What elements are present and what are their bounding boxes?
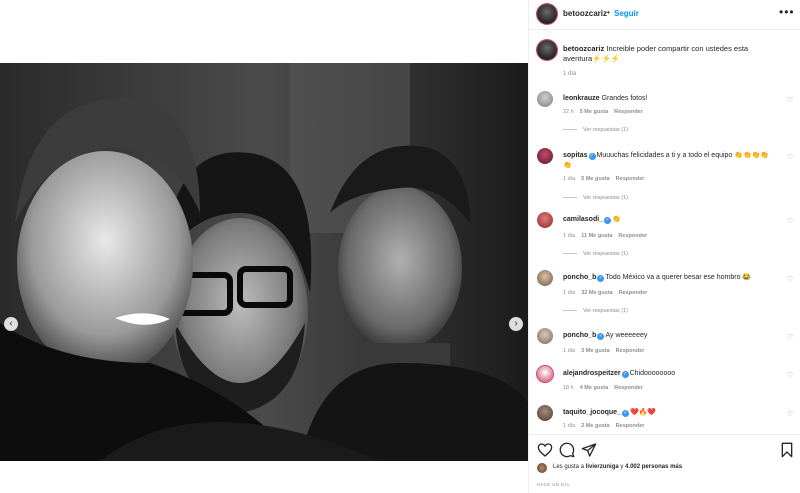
commenter-username[interactable]: taquito_jocoque_ — [563, 409, 621, 416]
replies-divider — [563, 129, 577, 131]
share-send-icon[interactable] — [581, 442, 597, 458]
bookmark-icon[interactable] — [779, 442, 795, 458]
verified-badge-icon: ✓ — [597, 274, 605, 282]
comment-text: ❤️🔥❤️ — [629, 409, 657, 416]
like-heart-icon[interactable] — [537, 442, 553, 458]
replies-divider — [563, 197, 577, 199]
comment-text: Grandes fotos! — [601, 95, 648, 102]
liker-avatar[interactable] — [537, 463, 547, 473]
comment-likes[interactable]: 5 Me gusta — [581, 176, 609, 182]
post-caption: betoozcariz Increible poder compartir co… — [563, 44, 783, 64]
comment-time: 1 día — [563, 423, 576, 429]
replies-divider — [563, 253, 577, 255]
comment-likes[interactable]: 11 Me gusta — [581, 233, 612, 239]
commenter-avatar[interactable] — [537, 212, 553, 228]
commenter-username[interactable]: poncho_b — [563, 274, 596, 281]
verified-badge-icon: ✓ — [588, 152, 596, 160]
reply-button[interactable]: Responder — [616, 423, 645, 429]
likes-summary: Les gusta a livierzuniga y 4.002 persona… — [537, 463, 797, 475]
likes-count[interactable]: 4.002 personas más — [625, 464, 682, 470]
chevron-right-icon: › — [514, 318, 518, 329]
comment-text: Ay weeeeeey — [605, 332, 648, 339]
comment-bubble-icon[interactable] — [559, 442, 575, 458]
prev-image-button[interactable]: ‹ — [4, 317, 18, 331]
heart-icon[interactable]: ♡ — [787, 333, 793, 341]
caption-username[interactable]: betoozcariz — [563, 44, 604, 53]
verified-badge-icon: ✓ — [621, 370, 629, 378]
comment-time: 22 h — [563, 109, 574, 115]
commenter-username[interactable]: leonkrauze — [563, 95, 600, 102]
heart-icon[interactable]: ♡ — [787, 96, 793, 104]
likes-conjunction: y — [620, 464, 624, 470]
commenter-username[interactable]: sopitas — [563, 152, 588, 159]
commenter-avatar[interactable] — [537, 328, 553, 344]
caption-avatar[interactable] — [537, 40, 557, 60]
photo-illustration — [0, 63, 528, 461]
view-replies-label: Ver respuestas (1) — [583, 127, 628, 133]
heart-icon[interactable]: ♡ — [787, 410, 793, 418]
reply-button[interactable]: Responder — [618, 233, 647, 239]
view-replies-label: Ver respuestas (1) — [583, 251, 628, 257]
heart-icon[interactable]: ♡ — [787, 217, 793, 225]
commenter-username[interactable]: poncho_b — [563, 332, 596, 339]
likes-prefix: Les gusta a — [553, 464, 585, 470]
author-username[interactable]: betoozcariz — [563, 9, 607, 18]
post-photo[interactable]: ‹ › — [0, 63, 528, 461]
heart-icon[interactable]: ♡ — [787, 275, 793, 283]
view-replies-button[interactable]: Ver respuestas (1) — [563, 127, 628, 133]
comment-likes[interactable]: 5 Me gusta — [580, 109, 608, 115]
more-options-icon[interactable]: ••• — [779, 5, 795, 19]
view-replies-button[interactable]: Ver respuestas (1) — [563, 308, 628, 314]
comment-text: Chidoooooooo — [629, 370, 676, 377]
comment-time: 1 día — [563, 176, 576, 182]
heart-icon[interactable]: ♡ — [787, 153, 793, 161]
post-header: betoozcariz • Seguir ••• — [529, 0, 800, 30]
comment-likes[interactable]: 32 Me gusta — [581, 290, 612, 296]
separator-dot: • — [607, 8, 610, 17]
next-image-button[interactable]: › — [509, 317, 523, 331]
author-avatar[interactable] — [537, 4, 557, 24]
reply-button[interactable]: Responder — [614, 385, 643, 391]
comment-likes[interactable]: 2 Me gusta — [581, 423, 609, 429]
view-replies-button[interactable]: Ver respuestas (1) — [563, 251, 628, 257]
reply-button[interactable]: Responder — [616, 348, 645, 354]
comment-time: 1 día — [563, 233, 576, 239]
comment-text: Todo México va a querer besar ese hombro… — [605, 274, 752, 281]
liker-username[interactable]: livierzuniga — [586, 464, 619, 470]
verified-badge-icon: ✓ — [597, 332, 605, 340]
comment-time: 1 día — [563, 290, 576, 296]
comment-time: 1 día — [563, 348, 576, 354]
post-actions-bar — [529, 434, 800, 464]
heart-icon[interactable]: ♡ — [787, 371, 793, 379]
view-replies-button[interactable]: Ver respuestas (1) — [563, 195, 628, 201]
chevron-left-icon: ‹ — [9, 318, 13, 329]
commenter-username[interactable]: camilasodi_ — [563, 216, 603, 223]
commenter-avatar[interactable] — [537, 148, 553, 164]
view-replies-label: Ver respuestas (1) — [583, 308, 628, 314]
commenter-avatar[interactable] — [537, 270, 553, 286]
commenter-avatar[interactable] — [537, 405, 553, 421]
reply-button[interactable]: Responder — [614, 109, 643, 115]
post-side-panel: betoozcariz • Seguir ••• betoozcariz Inc… — [528, 0, 800, 493]
comment-likes[interactable]: 3 Me gusta — [581, 348, 609, 354]
verified-badge-icon: ✓ — [621, 409, 629, 417]
follow-button[interactable]: Seguir — [614, 9, 639, 18]
media-area: ‹ › — [0, 0, 528, 493]
post-timestamp: HACE UN DÍA — [537, 482, 570, 487]
caption-timestamp: 1 día — [563, 71, 577, 77]
comment-likes[interactable]: 4 Me gusta — [580, 385, 608, 391]
view-replies-label: Ver respuestas (1) — [583, 195, 628, 201]
replies-divider — [563, 310, 577, 312]
comment-text: 👏 — [612, 216, 621, 223]
comment-time: 18 h — [563, 385, 574, 391]
reply-button[interactable]: Responder — [619, 290, 648, 296]
commenter-username[interactable]: alejandrospeitzer — [563, 370, 621, 377]
reply-button[interactable]: Responder — [616, 176, 645, 182]
commenter-avatar[interactable] — [537, 91, 553, 107]
commenter-avatar[interactable] — [537, 366, 553, 382]
verified-badge-icon: ✓ — [604, 216, 612, 224]
